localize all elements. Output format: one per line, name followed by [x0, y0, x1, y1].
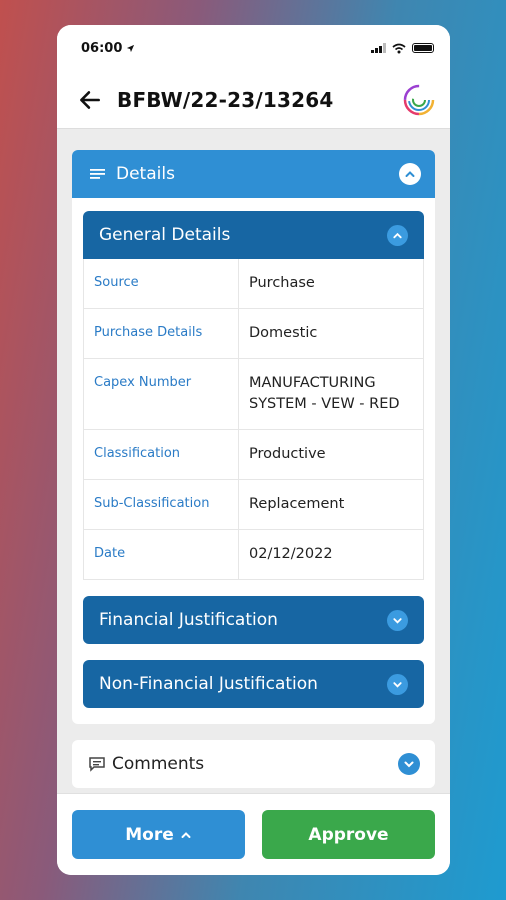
row-value: Domestic	[238, 308, 424, 359]
row-value: Productive	[238, 429, 424, 480]
row-key: Classification	[83, 429, 239, 480]
financial-justification-header[interactable]: Financial Justification	[83, 596, 424, 644]
details-label: Details	[116, 164, 175, 184]
non-financial-justification-header[interactable]: Non-Financial Justification	[83, 660, 424, 708]
details-header[interactable]: Details	[72, 150, 435, 198]
content-area: Details General Details Source Purchase	[57, 129, 450, 788]
row-key: Date	[83, 529, 239, 580]
brand-logo-icon	[403, 84, 435, 115]
row-value: Replacement	[238, 479, 424, 530]
app-bar: BFBW/22-23/13264	[57, 71, 450, 129]
chevron-up-icon	[181, 831, 191, 838]
chevron-up-icon	[405, 171, 415, 177]
non-financial-expand-button[interactable]	[387, 673, 408, 695]
wifi-icon	[392, 43, 406, 53]
signal-icon	[371, 43, 386, 53]
table-row: Sub-Classification Replacement	[83, 479, 424, 530]
table-row: Purchase Details Domestic	[83, 308, 424, 359]
phone-screen: 06:00 BFBW/22-23/13264 Details General D…	[57, 25, 450, 875]
general-details-collapse-button[interactable]	[387, 224, 408, 246]
row-key: Sub-Classification	[83, 479, 239, 530]
status-time: 06:00	[81, 40, 123, 56]
comments-header[interactable]: Comments	[72, 740, 435, 788]
row-value: 02/12/2022	[238, 529, 424, 580]
chevron-up-icon	[393, 232, 402, 238]
location-arrow-icon	[127, 44, 135, 52]
approve-button[interactable]: Approve	[262, 810, 435, 859]
details-collapse-button[interactable]	[399, 163, 421, 185]
chevron-down-icon	[393, 681, 402, 688]
action-footer: More Approve	[57, 793, 450, 875]
comments-label: Comments	[112, 754, 205, 774]
row-key: Source	[83, 259, 239, 309]
back-arrow-icon[interactable]	[77, 87, 103, 113]
non-financial-justification-label: Non-Financial Justification	[99, 674, 318, 694]
details-card: Details General Details Source Purchase	[72, 150, 435, 724]
menu-lines-icon	[90, 169, 105, 179]
page-title: BFBW/22-23/13264	[117, 87, 334, 112]
table-row: Date 02/12/2022	[83, 529, 424, 580]
row-value: Purchase	[238, 259, 424, 309]
chevron-down-icon	[404, 761, 414, 768]
more-label: More	[125, 824, 174, 845]
more-button[interactable]: More	[72, 810, 245, 859]
financial-expand-button[interactable]	[387, 609, 408, 631]
row-key: Capex Number	[83, 358, 239, 430]
general-details-label: General Details	[99, 225, 231, 245]
status-bar: 06:00	[57, 25, 450, 71]
chevron-down-icon	[393, 617, 402, 624]
table-row: Source Purchase	[83, 259, 424, 309]
approve-label: Approve	[308, 824, 389, 845]
general-details-header[interactable]: General Details	[83, 211, 424, 259]
row-value: MANUFACTURING SYSTEM - VEW - RED	[238, 358, 424, 430]
battery-icon	[412, 43, 434, 53]
general-details-table: Source Purchase Purchase Details Domesti…	[83, 259, 424, 580]
table-row: Capex Number MANUFACTURING SYSTEM - VEW …	[83, 358, 424, 430]
financial-justification-label: Financial Justification	[99, 610, 278, 630]
table-row: Classification Productive	[83, 429, 424, 480]
comment-icon	[89, 757, 105, 772]
comments-expand-button[interactable]	[398, 753, 420, 775]
row-key: Purchase Details	[83, 308, 239, 359]
